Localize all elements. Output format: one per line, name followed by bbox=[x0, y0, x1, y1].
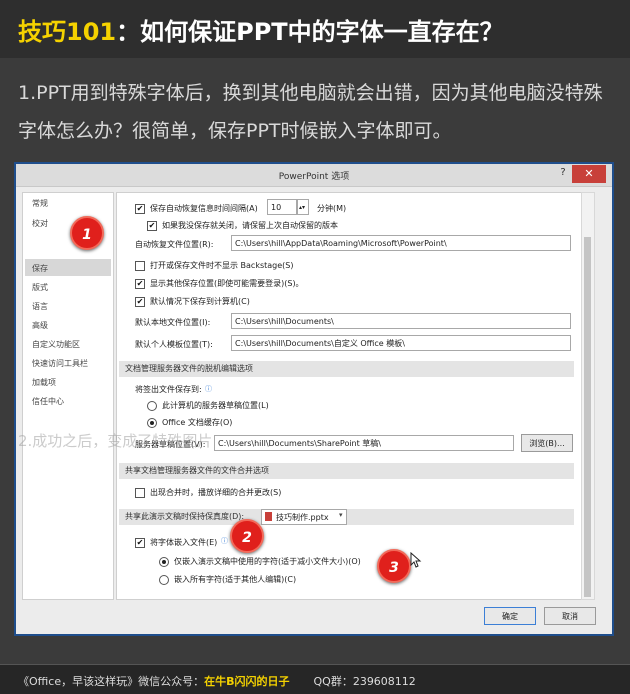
nav-item-proofing[interactable]: 校对 bbox=[32, 218, 48, 229]
qq-group: QQ群：239608112 bbox=[313, 675, 416, 688]
recover-location-label: 自动恢复文件位置(R): bbox=[135, 240, 214, 249]
nav-item-customize-ribbon[interactable]: 自定义功能区 bbox=[32, 339, 80, 350]
mouse-cursor-icon bbox=[410, 552, 422, 568]
server-drafts-radio[interactable] bbox=[147, 400, 157, 411]
show-other-locations-checkbox[interactable]: ✔ bbox=[135, 278, 145, 289]
offline-editing-section-header: 文档管理服务器文件的脱机编辑选项 bbox=[119, 361, 574, 377]
pptx-file-label: 技巧制作.pptx bbox=[276, 513, 329, 522]
office-cache-option[interactable]: Office 文档缓存(O) bbox=[147, 417, 232, 428]
autosave-option[interactable]: ✔ 保存自动恢复信息时间间隔(A) bbox=[135, 203, 258, 214]
browse-button[interactable]: 浏览(B)... bbox=[521, 434, 573, 452]
callout-3: 3 bbox=[377, 549, 411, 583]
drafts-location-input[interactable]: C:\Users\hill\Documents\SharePoint 草稿\ bbox=[214, 435, 514, 451]
nav-item-advanced[interactable]: 高级 bbox=[32, 320, 48, 331]
minutes-label: 分钟(M) bbox=[317, 204, 347, 213]
options-sidebar: 常规 校对 保存 版式 语言 高级 自定义功能区 快速访问工具栏 加载项 信任中… bbox=[22, 192, 114, 600]
nav-item-layout[interactable]: 版式 bbox=[32, 282, 48, 293]
nav-item-language[interactable]: 语言 bbox=[32, 301, 48, 312]
local-location-input[interactable]: C:\Users\hill\Documents\ bbox=[231, 313, 571, 329]
local-location-label: 默认本地文件位置(I): bbox=[135, 318, 211, 327]
intro-text: 1.PPT用到特殊字体后，换到其他电脑就会出错，因为其他电脑没特殊字体怎么办？很… bbox=[18, 82, 603, 142]
autosave-checkbox[interactable]: ✔ bbox=[135, 203, 145, 214]
embed-used-chars-radio[interactable] bbox=[159, 556, 169, 567]
embed-all-chars-radio[interactable] bbox=[159, 574, 169, 585]
tip-number: 技巧101 bbox=[18, 18, 117, 46]
embed-used-chars-option[interactable]: 仅嵌入演示文稿中使用的字符(适于减小文件大小)(O) bbox=[159, 556, 361, 567]
autosave-minutes-input[interactable]: 10 bbox=[267, 199, 297, 215]
recover-location-input[interactable]: C:\Users\hill\AppData\Roaming\Microsoft\… bbox=[231, 235, 571, 251]
info-icon: ⓘ bbox=[205, 385, 212, 393]
no-backstage-checkbox[interactable] bbox=[135, 260, 145, 271]
watermark-text: 2.成功之后，变成了特殊图片 bbox=[18, 432, 213, 450]
callout-2: 2 bbox=[230, 519, 264, 553]
options-scrollbar[interactable] bbox=[581, 192, 595, 600]
footer-prefix: 《Office，早该这样玩》微信公众号： bbox=[18, 675, 205, 688]
embed-all-chars-option[interactable]: 嵌入所有字符(适于其他人编辑)(C) bbox=[159, 574, 296, 585]
callout-1: 1 bbox=[70, 216, 104, 250]
template-location-label: 默认个人模板位置(T): bbox=[135, 340, 213, 349]
server-drafts-option[interactable]: 此计算机的服务器草稿位置(L) bbox=[147, 400, 269, 411]
show-merge-changes-checkbox[interactable] bbox=[135, 487, 145, 498]
pptx-file-icon bbox=[265, 512, 272, 521]
dialog-titlebar: PowerPoint 选项 ? ✕ bbox=[16, 164, 612, 187]
save-to-computer-checkbox[interactable]: ✔ bbox=[135, 296, 145, 307]
keep-last-version-checkbox[interactable]: ✔ bbox=[147, 220, 157, 231]
chevron-down-icon[interactable]: ▾ bbox=[339, 511, 343, 519]
merge-section-header: 共享文档管理服务器文件的文件合并选项 bbox=[119, 463, 574, 479]
fidelity-file-select[interactable]: 技巧制作.pptx bbox=[261, 509, 347, 525]
embed-fonts-checkbox[interactable]: ✔ bbox=[135, 537, 145, 548]
page-title: 技巧101：如何保证PPT中的字体一直存在？ bbox=[18, 12, 504, 47]
nav-item-addins[interactable]: 加载项 bbox=[32, 377, 56, 388]
tip-title: ：如何保证PPT中的字体一直存在？ bbox=[116, 18, 504, 46]
footer-text: 《Office，早该这样玩》微信公众号：在牛B闪闪的日子 QQ群：23960811… bbox=[18, 673, 416, 689]
nav-item-trust-center[interactable]: 信任中心 bbox=[32, 396, 64, 407]
footer-bar: 《Office，早该这样玩》微信公众号：在牛B闪闪的日子 QQ群：23960811… bbox=[0, 664, 630, 694]
close-button[interactable]: ✕ bbox=[572, 165, 606, 183]
nav-item-general[interactable]: 常规 bbox=[32, 198, 48, 209]
save-options-panel: ✔ 保存自动恢复信息时间间隔(A) 10 ▴▾ 分钟(M) ✔ 如果我没保存就关闭，… bbox=[116, 192, 582, 600]
office-cache-radio[interactable] bbox=[147, 417, 157, 428]
info-icon: ⓘ bbox=[221, 537, 228, 545]
checkout-label: 将签出文件保存到: bbox=[135, 385, 202, 394]
cancel-button[interactable]: 取消 bbox=[544, 607, 596, 625]
scrollbar-thumb[interactable] bbox=[584, 237, 591, 597]
save-to-computer-option[interactable]: ✔ 默认情况下保存到计算机(C) bbox=[135, 296, 250, 307]
dialog-title: PowerPoint 选项 bbox=[278, 172, 350, 182]
nav-item-quick-access[interactable]: 快速访问工具栏 bbox=[32, 358, 88, 369]
powerpoint-options-dialog: PowerPoint 选项 ? ✕ 常规 校对 保存 版式 语言 高级 自定义功… bbox=[16, 164, 612, 634]
keep-last-version-option[interactable]: ✔ 如果我没保存就关闭，请保留上次自动保留的版本 bbox=[147, 220, 338, 231]
show-merge-changes-option[interactable]: 出现合并时，播放详细的合并更改(S) bbox=[135, 487, 281, 498]
show-other-locations-option[interactable]: ✔ 显示其他保存位置(即使可能需要登录)(S)。 bbox=[135, 278, 304, 289]
nav-item-save[interactable]: 保存 bbox=[32, 263, 48, 274]
header-bar: 技巧101：如何保证PPT中的字体一直存在？ bbox=[0, 0, 630, 58]
no-backstage-option[interactable]: 打开或保存文件时不显示 Backstage(S) bbox=[135, 260, 294, 271]
help-button[interactable]: ? bbox=[555, 167, 571, 181]
embed-fonts-option[interactable]: ✔ 将字体嵌入文件(E) bbox=[135, 537, 217, 548]
wechat-account: 在牛B闪闪的日子 bbox=[204, 675, 290, 688]
autosave-spinner[interactable]: ▴▾ bbox=[297, 199, 309, 215]
template-location-input[interactable]: C:\Users\hill\Documents\自定义 Office 模板\ bbox=[231, 335, 571, 351]
ok-button[interactable]: 确定 bbox=[484, 607, 536, 625]
